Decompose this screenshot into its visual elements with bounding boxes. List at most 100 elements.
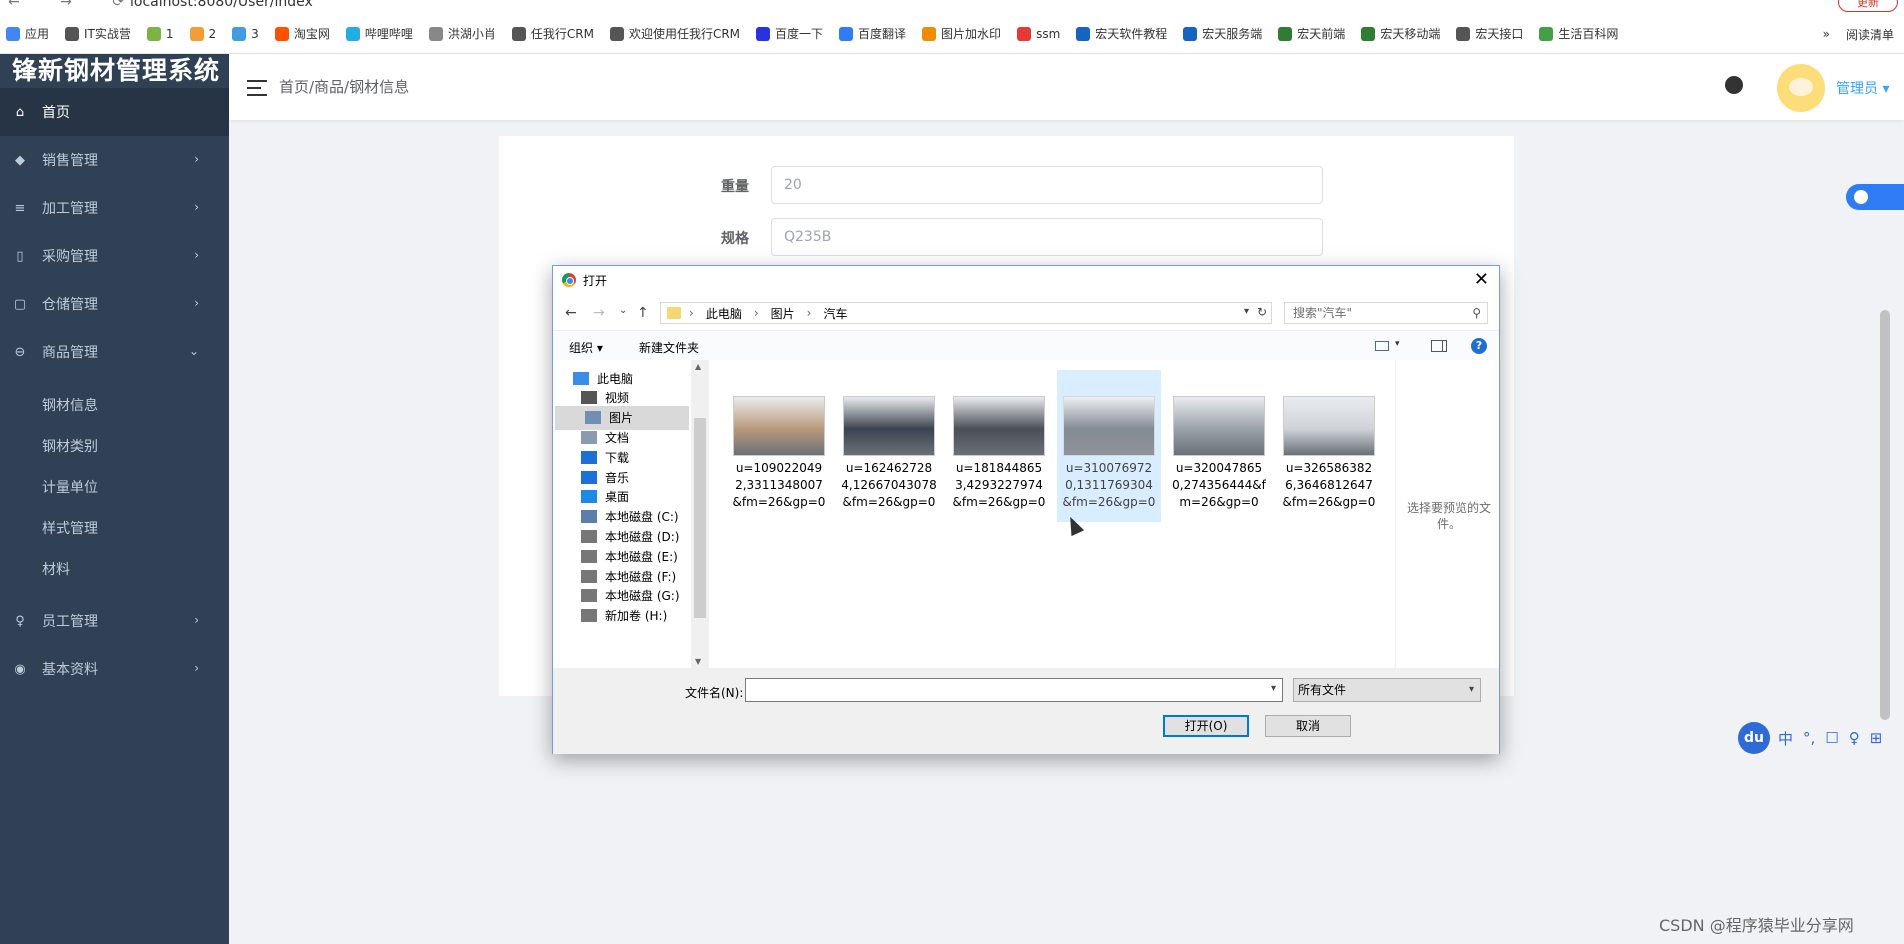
bookmark-item[interactable]: 淘宝网	[274, 25, 330, 42]
baidu-ime-icon[interactable]: du	[1738, 722, 1770, 754]
forward-icon[interactable]: →	[593, 305, 605, 321]
sidebar-item[interactable]: ≡ 加工管理 ›	[0, 184, 229, 232]
tree-item-label: 下载	[605, 450, 630, 465]
filename-input[interactable]: ▾	[745, 678, 1283, 702]
bookmark-item[interactable]: 百度一下	[756, 25, 823, 42]
bookmark-item[interactable]: 宏天接口	[1456, 25, 1523, 42]
bookmark-icon	[839, 26, 854, 41]
help-icon[interactable]: ?	[1471, 338, 1487, 354]
view-options-icon[interactable]	[1375, 341, 1389, 351]
preview-pane-icon[interactable]	[1431, 340, 1447, 352]
field-label: 重量	[721, 179, 749, 195]
new-folder-button[interactable]: 新建文件夹	[639, 339, 699, 356]
spec-input[interactable]: Q235B	[771, 218, 1323, 256]
page-scrollbar[interactable]	[1878, 120, 1892, 720]
submenu-item[interactable]: 材料	[0, 548, 229, 589]
path-segment[interactable]: 图片	[771, 305, 795, 322]
file-item[interactable]: u=3265863826,3646812647&fm=26&gp=0	[1277, 370, 1381, 522]
tree-item-label: 本地磁盘 (E:)	[605, 549, 678, 564]
submenu-item[interactable]: 钢材类别	[0, 425, 229, 466]
search-input[interactable]: 搜索"汽车" ⚲	[1284, 302, 1488, 324]
bookmark-item[interactable]: 百度翻译	[839, 25, 906, 42]
path-segment[interactable]: 此电脑	[706, 305, 742, 322]
submenu-item[interactable]: 计量单位	[0, 466, 229, 507]
sidebar-item-label: 员工管理	[42, 614, 98, 630]
avatar[interactable]	[1777, 64, 1825, 112]
bookmark-item[interactable]: 1	[146, 26, 174, 41]
filetype-select[interactable]: 所有文件 ▾	[1293, 678, 1481, 702]
image-thumbnail	[1173, 396, 1265, 456]
bookmark-label: 宏天接口	[1475, 27, 1524, 41]
back-icon[interactable]: ←	[565, 305, 577, 321]
submenu-item[interactable]: 样式管理	[0, 507, 229, 548]
ime-item[interactable]: ♀	[1849, 729, 1860, 747]
hamburger-icon[interactable]	[247, 80, 267, 96]
ime-item[interactable]: 中	[1778, 728, 1793, 749]
scroll-down-icon[interactable]: ▼	[695, 657, 701, 666]
sidebar-item[interactable]: ▢ 仓储管理 ›	[0, 280, 229, 328]
file-item[interactable]: u=1818448653,4293227974&fm=26&gp=0	[947, 370, 1051, 522]
folder-icon	[581, 569, 597, 583]
bookmark-item[interactable]: 2	[189, 26, 216, 41]
tree-item-label: 新加卷 (H:)	[605, 609, 668, 624]
bookmark-item[interactable]: 应用	[6, 25, 49, 42]
weight-input[interactable]: 20	[771, 166, 1323, 204]
sidebar-item[interactable]: ♀ 员工管理 ›	[0, 597, 229, 645]
address-bar[interactable]: › 此电脑 › 图片 › 汽车 ▾ ↻	[660, 302, 1272, 324]
baidu-cloud-icon[interactable]	[1846, 184, 1904, 210]
organize-button[interactable]: 组织 ▾	[569, 339, 603, 356]
bookmark-item[interactable]: 3	[232, 26, 259, 41]
sidebar-item[interactable]: ◉ 基本资料 ›	[0, 645, 229, 693]
sidebar-item[interactable]: ▯ 采购管理 ›	[0, 232, 229, 280]
address-row: ← → ⌄ ↑ › 此电脑 › 图片 › 汽车 ▾ ↻ 搜索"汽车" ⚲	[553, 296, 1499, 330]
user-menu[interactable]: 管理员 ▾	[1836, 78, 1889, 98]
bookmark-item[interactable]: 生活百科网	[1539, 25, 1618, 42]
bookmark-item[interactable]: 宏天软件教程	[1076, 25, 1167, 42]
reading-list-button[interactable]: 阅读清单	[1846, 26, 1894, 43]
ime-item[interactable]: °,	[1803, 729, 1815, 747]
folder-icon	[581, 510, 597, 524]
nav-pane-scrollbar[interactable]: ▲ ▼	[691, 360, 709, 668]
chevron-down-icon[interactable]: ▾	[1271, 683, 1276, 694]
bookmark-item[interactable]: 洪湖小肖	[428, 25, 496, 42]
cancel-button[interactable]: 取消	[1265, 715, 1351, 737]
sidebar: 锋新钢材管理系统 ⌂ 首页 ◆ 销售管理 › ≡ 加工管理 › ▯ 采购管理 › ▢ 仓储管理 › ⊖ 商品管…	[0, 54, 229, 944]
bookmark-item[interactable]: 哔哩哔哩	[345, 25, 413, 42]
up-folder-icon[interactable]: ↑	[637, 305, 649, 321]
browser-nav-buttons[interactable]: ← → ⟳	[8, 0, 142, 10]
close-icon[interactable]: ✕	[1474, 269, 1489, 290]
bookmark-item[interactable]: 图片加水印	[922, 25, 1001, 42]
bookmark-item[interactable]: IT实战营	[65, 25, 131, 42]
update-button[interactable]: 更新	[1838, 0, 1898, 12]
tree-item-label: 图片	[609, 411, 634, 426]
tree-item[interactable]: 新加卷 (H:)	[581, 604, 709, 628]
sidebar-item[interactable]: ◆ 销售管理 ›	[0, 136, 229, 184]
tree-item-label: 视频	[605, 391, 630, 406]
view-dropdown-icon[interactable]: ▾	[1395, 339, 1400, 349]
ime-item[interactable]: ⊞	[1870, 729, 1883, 747]
open-button[interactable]: 打开(O)	[1163, 715, 1249, 737]
recent-locations-icon[interactable]: ⌄	[619, 305, 627, 316]
bookmark-item[interactable]: 任我行CRM	[511, 25, 594, 42]
path-segment[interactable]: 汽车	[823, 305, 847, 322]
bookmark-item[interactable]: 欢迎使用任我行CRM	[609, 25, 740, 42]
file-item[interactable]: u=3100769720,1311769304&fm=26&gp=0	[1057, 370, 1161, 522]
bookmark-item[interactable]: 宏天服务端	[1183, 25, 1262, 42]
bookmark-item[interactable]: ssm	[1017, 26, 1060, 41]
sidebar-item[interactable]: ⊖ 商品管理 ⌄	[0, 328, 229, 376]
submenu-item[interactable]: 钢材信息	[0, 384, 229, 425]
ime-item[interactable]: ☐	[1825, 729, 1838, 747]
refresh-icon[interactable]: ↻	[1257, 305, 1267, 319]
file-item[interactable]: u=3200478650,274356444&fm=26&gp=0	[1167, 370, 1271, 522]
bookmark-item[interactable]: 宏天移动端	[1361, 25, 1440, 42]
more-bookmarks-button[interactable]: »	[1823, 27, 1830, 41]
bookmark-item[interactable]: 宏天前端	[1278, 25, 1345, 42]
bookmark-label: 百度一下	[775, 27, 824, 41]
scroll-up-icon[interactable]: ▲	[695, 362, 701, 371]
chevron-down-icon[interactable]: ▾	[1244, 306, 1249, 317]
url-text[interactable]: localhost:8080/User/index	[130, 0, 313, 10]
palette-icon[interactable]	[1725, 76, 1743, 94]
sidebar-item[interactable]: ⌂ 首页	[0, 88, 229, 136]
file-item[interactable]: u=1090220492,3311348007&fm=26&gp=0	[727, 370, 831, 522]
file-item[interactable]: u=1624627284,12667043078&fm=26&gp=0	[837, 370, 941, 522]
